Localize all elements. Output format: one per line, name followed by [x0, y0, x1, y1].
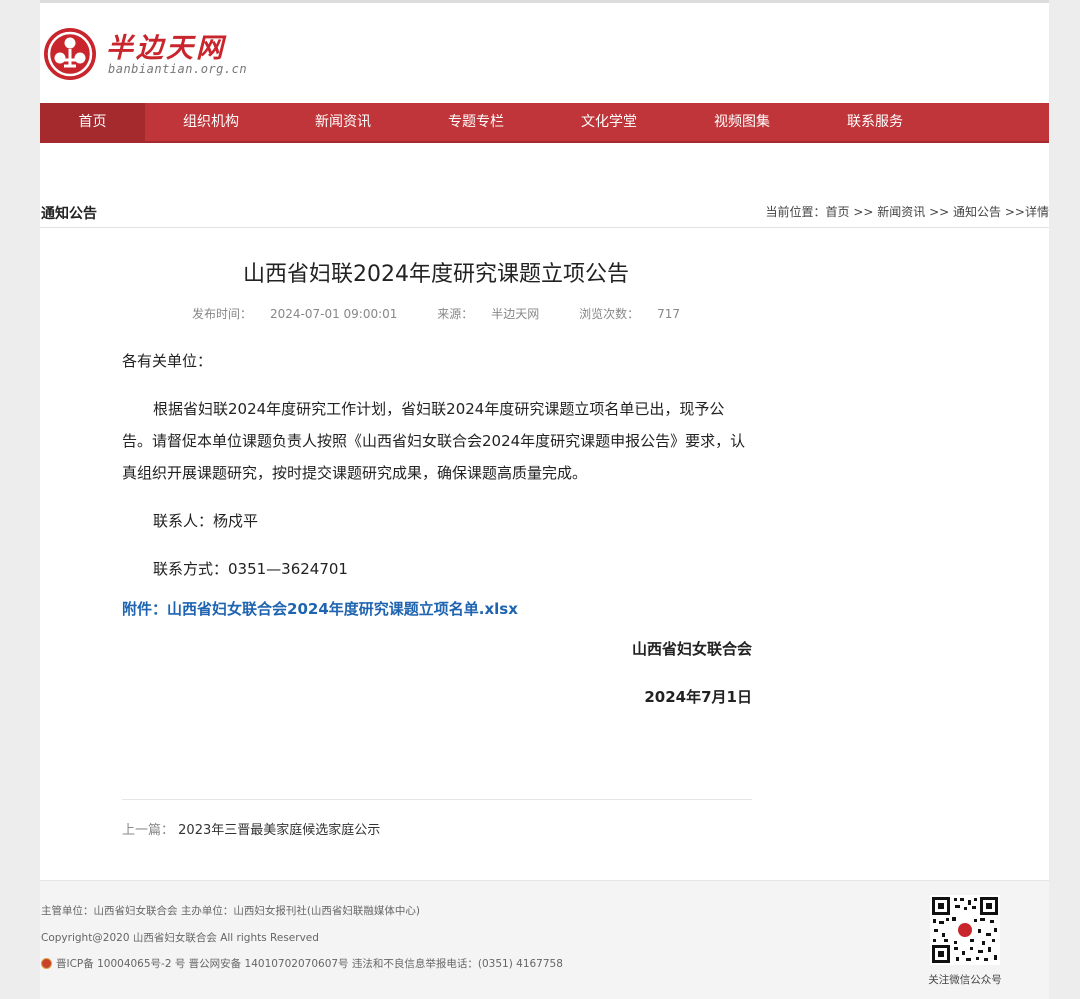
article-date: 2024年7月1日: [644, 688, 752, 706]
footer-copyright: Copyright@2020 山西省妇女联合会 All rights Reser…: [41, 932, 319, 944]
contact-phone: 联系方式：0351—3624701: [153, 560, 348, 578]
prev-article[interactable]: 上一篇： 2023年三晋最美家庭候选家庭公示: [122, 819, 380, 838]
divider: [40, 227, 1049, 228]
section-title: 通知公告: [41, 206, 97, 222]
breadcrumb: 当前位置：首页 >> 新闻资讯 >> 通知公告 >>详情: [765, 205, 1049, 219]
police-badge-icon: [41, 958, 52, 969]
article-title: 山西省妇联2024年度研究课题立项公告: [243, 262, 629, 287]
nav-item-organization[interactable]: 组织机构: [170, 103, 252, 141]
footer-icp-text[interactable]: 晋ICP备 10004065号-2 号 晋公网安备 14010702070607…: [56, 958, 563, 970]
footer-sponsor: 主管单位：山西省妇女联合会 主办单位：山西妇女报刊社(山西省妇联融媒体中心): [41, 905, 421, 917]
breadcrumb-notices[interactable]: 通知公告: [953, 205, 1001, 219]
breadcrumb-detail: 详情: [1024, 205, 1049, 219]
nav-item-home[interactable]: 首页: [40, 103, 145, 141]
breadcrumb-home[interactable]: 首页: [826, 205, 850, 219]
qr-code-icon: [930, 895, 1000, 965]
article-body: 各有关单位： 根据省妇联2024年度研究工作计划，省妇联2024年度研究课题立项…: [122, 345, 752, 713]
article-source: 来源： 半边天网: [437, 307, 540, 321]
prev-article-link[interactable]: 2023年三晋最美家庭候选家庭公示: [178, 823, 380, 838]
footer: 主管单位：山西省妇女联合会 主办单位：山西妇女报刊社(山西省妇联融媒体中心) C…: [40, 880, 1049, 999]
footer-icp: 晋ICP备 10004065号-2 号 晋公网安备 14010702070607…: [41, 956, 563, 971]
signature: 山西省妇女联合会: [631, 640, 752, 658]
page: 半边天网 banbiantian.org.cn 首页 组织机构 新闻资讯 专题专…: [40, 0, 1049, 999]
breadcrumb-news[interactable]: 新闻资讯: [877, 205, 925, 219]
main-nav: 首页 组织机构 新闻资讯 专题专栏 文化学堂 视频图集 联系服务: [40, 103, 1049, 143]
attachment-link[interactable]: 附件：山西省妇女联合会2024年度研究课题立项名单.xlsx: [122, 593, 752, 625]
breadcrumb-prefix: 当前位置：: [765, 205, 826, 219]
divider: [122, 799, 752, 800]
prev-label: 上一篇：: [122, 823, 175, 838]
site-logo-icon: [44, 28, 96, 80]
contact-person: 联系人：杨戍平: [153, 512, 259, 530]
article-paragraph: 根据省妇联2024年度研究工作计划，省妇联2024年度研究课题立项名单已出，现予…: [122, 400, 746, 482]
nav-item-culture[interactable]: 文化学堂: [568, 103, 650, 141]
qr-label: 关注微信公众号: [928, 974, 1002, 986]
nav-item-video[interactable]: 视频图集: [701, 103, 783, 141]
site-domain: banbiantian.org.cn: [108, 62, 248, 76]
publish-time: 发布时间： 2024-07-01 09:00:01: [191, 307, 398, 321]
nav-item-topics[interactable]: 专题专栏: [435, 103, 517, 141]
nav-item-news[interactable]: 新闻资讯: [302, 103, 384, 141]
article-meta: 发布时间： 2024-07-01 09:00:01 来源： 半边天网 浏览次数： 71…: [40, 305, 832, 322]
site-name: 半边天网: [106, 33, 226, 64]
greeting: 各有关单位：: [122, 352, 213, 370]
nav-item-contact[interactable]: 联系服务: [834, 103, 916, 141]
top-border: [40, 0, 1049, 3]
view-count: 浏览次数： 717: [579, 307, 681, 321]
